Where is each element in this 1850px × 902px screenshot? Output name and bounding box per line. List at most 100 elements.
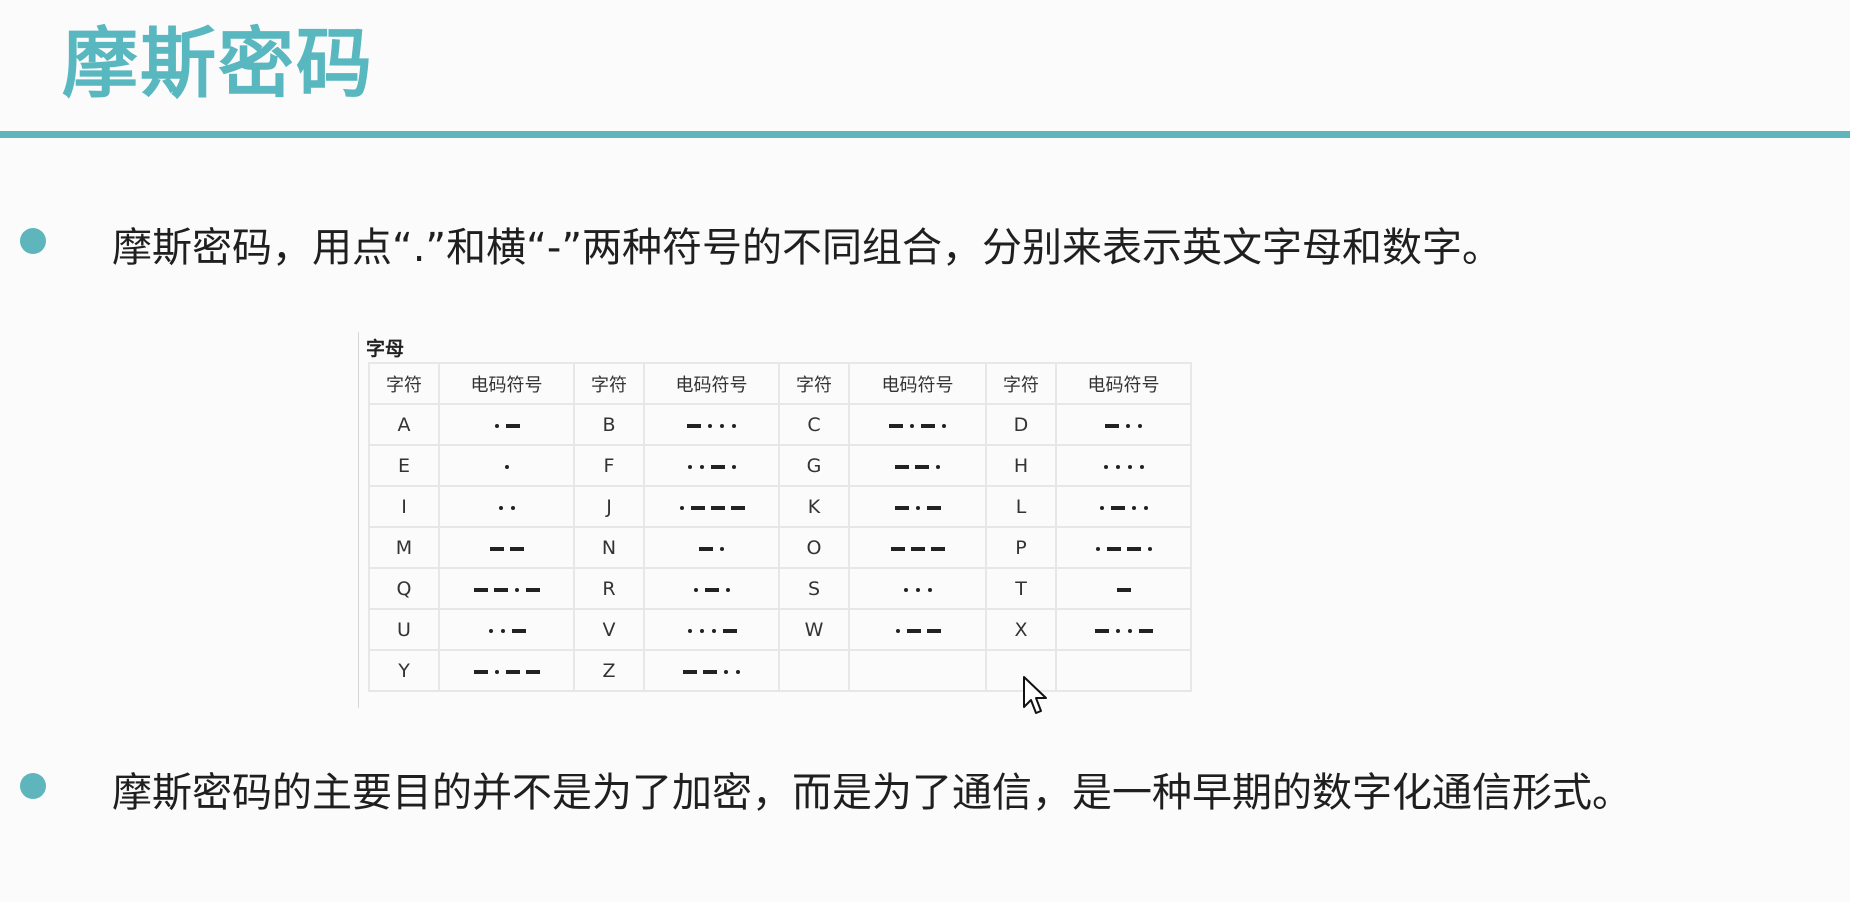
morse-dash	[890, 546, 905, 551]
morse-dash	[511, 628, 526, 633]
morse-dash	[920, 423, 935, 428]
morse-dot	[895, 628, 900, 633]
char-cell: F	[573, 444, 645, 487]
code-cell	[643, 403, 780, 446]
morse-dot	[504, 464, 509, 469]
morse-dash	[926, 628, 941, 633]
morse-dash	[914, 464, 929, 469]
morse-dot	[1131, 505, 1136, 510]
code-cell	[438, 608, 575, 651]
morse-dot	[699, 464, 704, 469]
code-cell	[438, 567, 575, 610]
title-divider	[0, 131, 1850, 138]
column-header: 电码符号	[1055, 362, 1192, 405]
morse-code	[1102, 416, 1146, 436]
morse-dot	[903, 587, 908, 592]
table-caption: 字母	[366, 338, 405, 360]
morse-dash	[722, 628, 737, 633]
table-row: U V W X	[368, 608, 1192, 651]
morse-code	[1092, 621, 1156, 641]
morse-code	[1114, 580, 1134, 600]
morse-dash	[1138, 628, 1153, 633]
morse-dot	[941, 423, 946, 428]
morse-dash	[1116, 587, 1131, 592]
morse-dot	[1143, 505, 1148, 510]
code-cell	[438, 444, 575, 487]
morse-table-figure: 字母 字符 电码符号 字符 电码符号 字符 电码符号 字符 电码符号 ABCDE…	[356, 330, 1206, 710]
char-cell: G	[778, 444, 850, 487]
char-cell: J	[573, 485, 645, 528]
char-cell: R	[573, 567, 645, 610]
morse-dot	[514, 587, 519, 592]
morse-code	[684, 416, 740, 436]
morse-dash	[888, 423, 903, 428]
morse-dash	[690, 505, 705, 510]
column-header: 字符	[985, 362, 1057, 405]
morse-dot	[510, 505, 515, 510]
code-cell	[643, 567, 780, 610]
morse-dot	[687, 628, 692, 633]
char-cell: Z	[573, 649, 645, 692]
morse-dot	[1127, 628, 1132, 633]
morse-dot	[719, 423, 724, 428]
morse-dash	[926, 505, 941, 510]
code-cell	[848, 444, 987, 487]
morse-code	[690, 580, 734, 600]
morse-dash	[505, 423, 520, 428]
morse-dash	[1110, 505, 1125, 510]
code-cell	[1055, 403, 1192, 446]
morse-code	[680, 662, 744, 682]
morse-code	[471, 580, 543, 600]
morse-code	[471, 662, 543, 682]
char-cell: X	[985, 608, 1057, 651]
morse-dash	[910, 546, 925, 551]
code-cell	[438, 649, 575, 692]
morse-dot	[1099, 505, 1104, 510]
morse-code	[676, 498, 748, 518]
morse-dot	[735, 669, 740, 674]
table-header-row: 字符 电码符号 字符 电码符号 字符 电码符号 字符 电码符号	[368, 362, 1192, 405]
code-cell	[1055, 567, 1192, 610]
morse-dot	[1115, 464, 1120, 469]
char-cell	[778, 649, 850, 692]
morse-dash	[493, 587, 508, 592]
morse-dot	[927, 587, 932, 592]
morse-code	[495, 498, 519, 518]
morse-dash	[682, 669, 697, 674]
char-cell: N	[573, 526, 645, 569]
code-cell	[643, 526, 780, 569]
code-cell	[1055, 444, 1192, 487]
bullet-text-2: 摩斯密码的主要目的并不是为了加密，而是为了通信，是一种早期的数字化通信形式。	[112, 770, 1632, 816]
morse-dash	[489, 546, 504, 551]
char-cell: P	[985, 526, 1057, 569]
char-cell: K	[778, 485, 850, 528]
char-cell: W	[778, 608, 850, 651]
char-cell: B	[573, 403, 645, 446]
code-cell	[438, 526, 575, 569]
morse-dash	[894, 505, 909, 510]
morse-dot	[699, 628, 704, 633]
morse-dash	[1104, 423, 1119, 428]
char-cell: O	[778, 526, 850, 569]
morse-dot	[1147, 546, 1152, 551]
morse-dot	[687, 464, 692, 469]
morse-code	[485, 621, 529, 641]
column-header: 字符	[573, 362, 645, 405]
column-header: 电码符号	[848, 362, 987, 405]
char-cell: U	[368, 608, 440, 651]
morse-dot	[707, 423, 712, 428]
morse-dot	[723, 669, 728, 674]
morse-dash	[702, 669, 717, 674]
morse-dash	[505, 669, 520, 674]
morse-code	[888, 539, 948, 559]
morse-dot	[915, 587, 920, 592]
morse-dot	[1125, 423, 1130, 428]
morse-dot	[500, 628, 505, 633]
morse-dot	[731, 423, 736, 428]
morse-dot	[494, 423, 499, 428]
morse-dash	[1106, 546, 1121, 551]
code-cell	[643, 649, 780, 692]
morse-code	[1096, 498, 1152, 518]
morse-dot	[731, 464, 736, 469]
code-cell	[1055, 649, 1192, 692]
